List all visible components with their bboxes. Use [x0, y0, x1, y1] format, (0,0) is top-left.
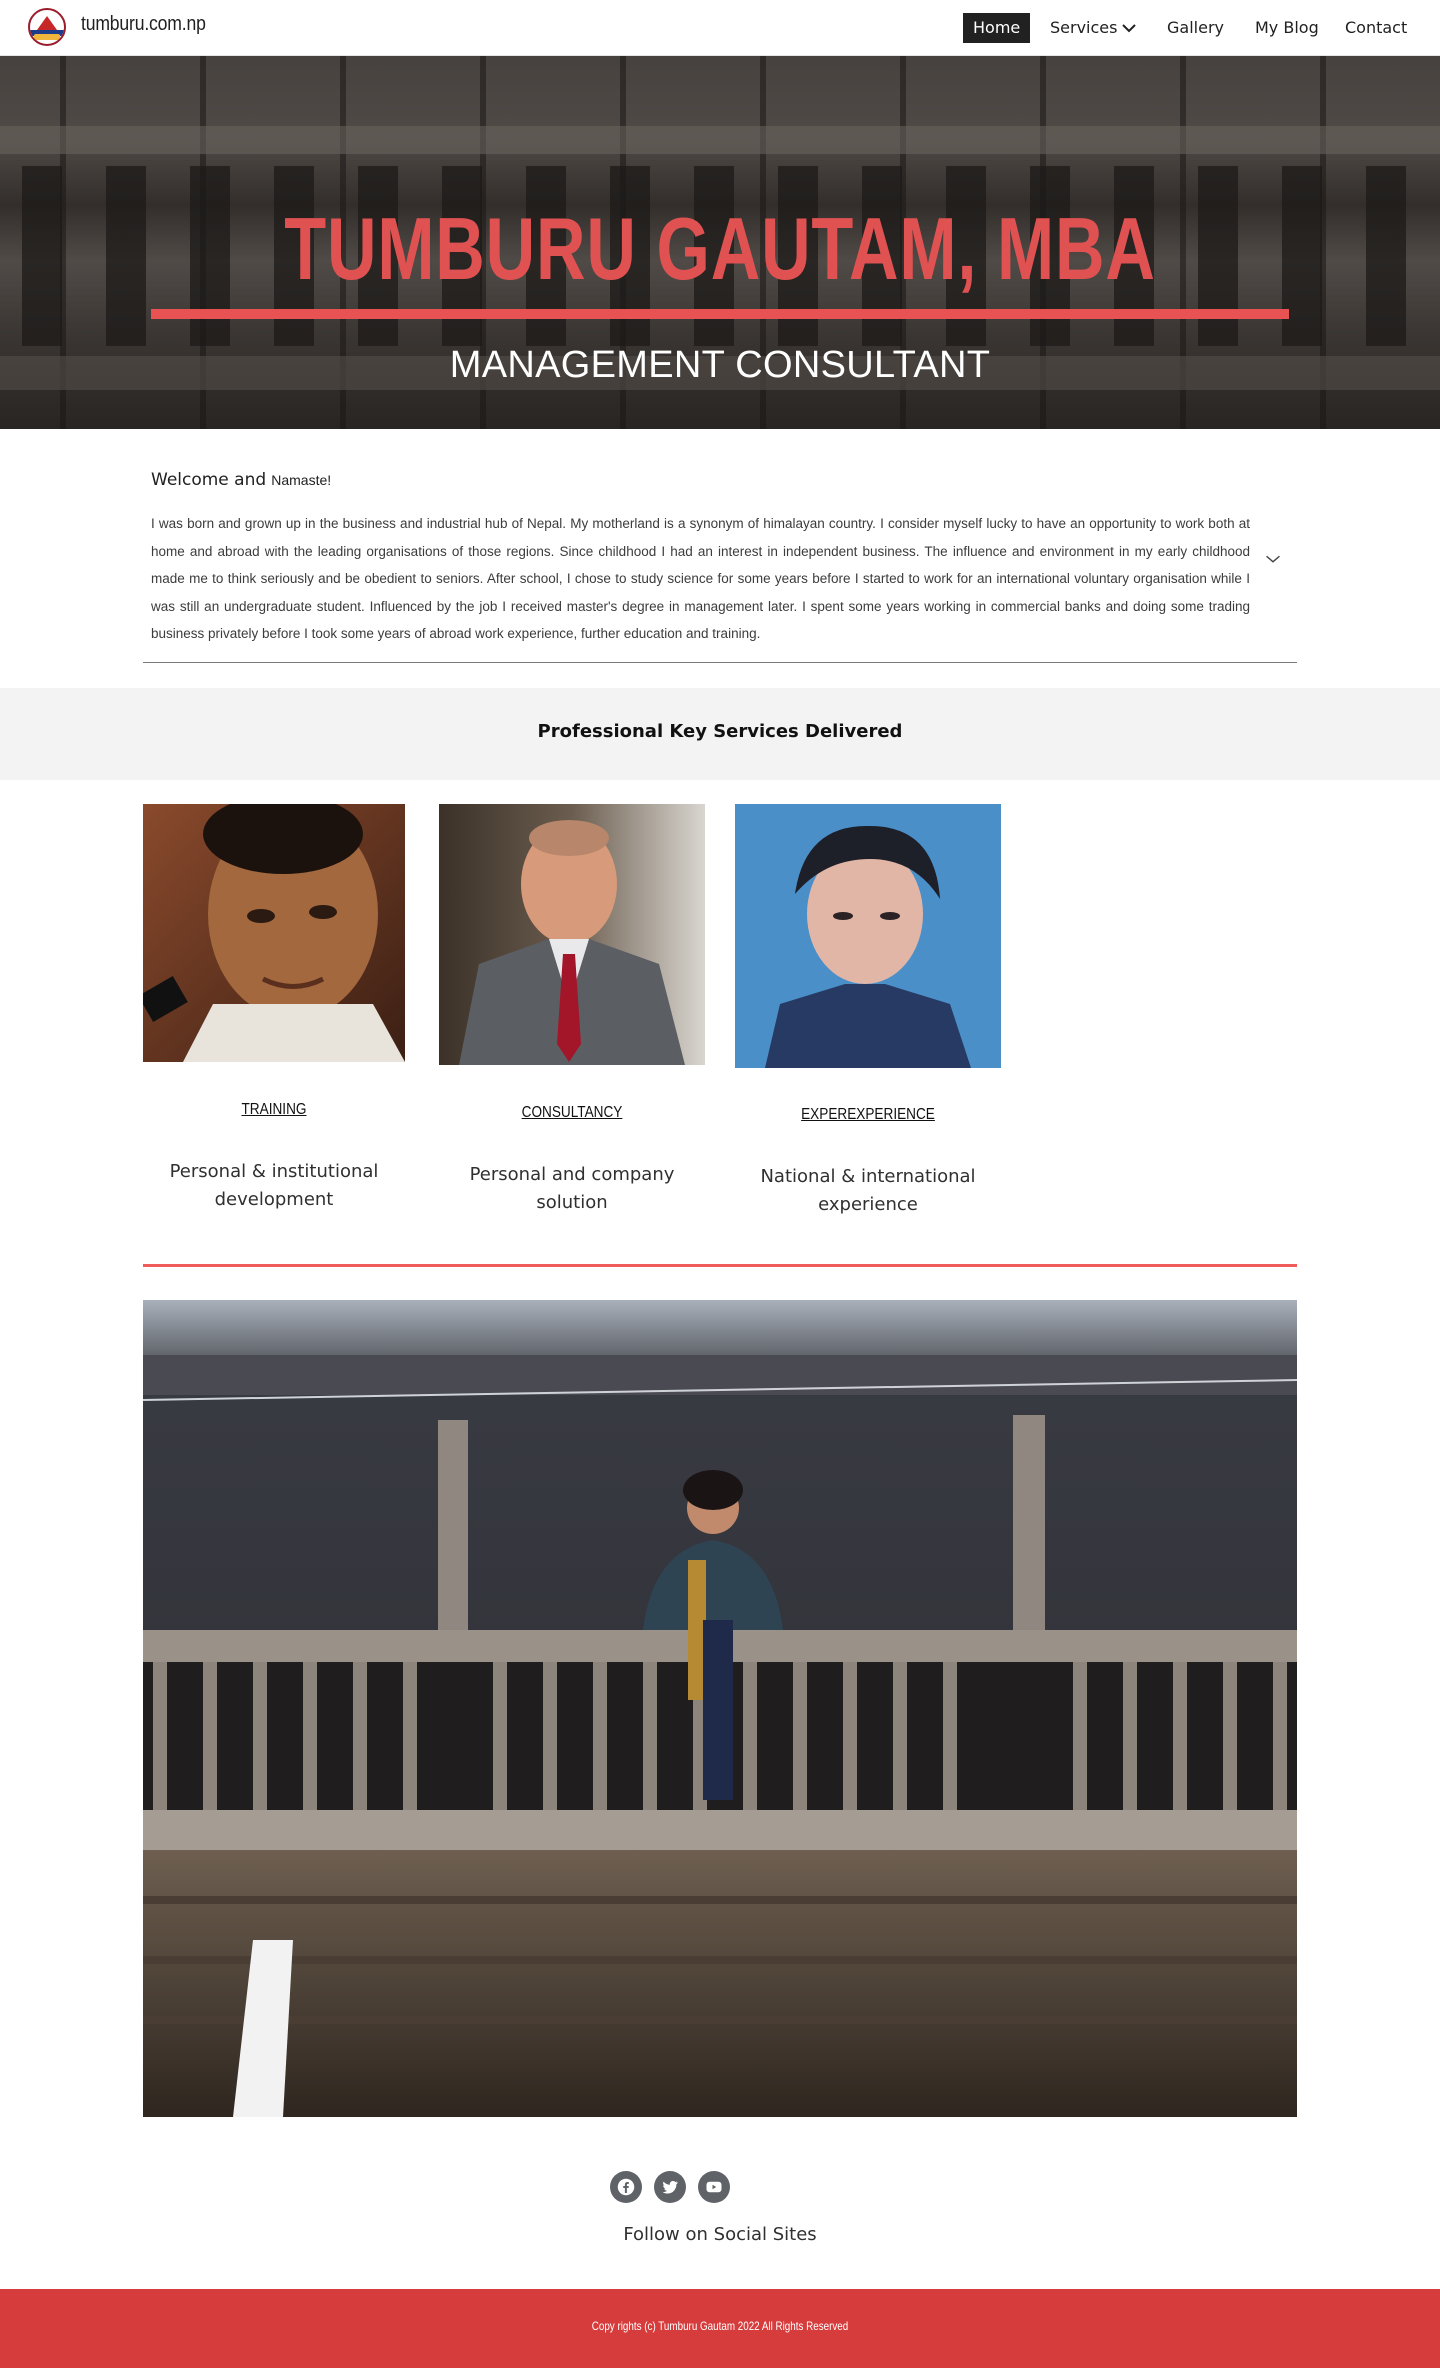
hero-divider: [151, 309, 1289, 319]
site-logo[interactable]: [28, 8, 66, 46]
nav-gallery[interactable]: Gallery: [1157, 13, 1234, 43]
training-photo: [143, 804, 405, 1062]
training-title[interactable]: TRAINING: [163, 1101, 386, 1119]
red-divider: [143, 1264, 1297, 1267]
site-title[interactable]: tumburu.com.np: [81, 13, 206, 36]
consultancy-description: Personal and company solution: [439, 1161, 705, 1217]
twitter-icon[interactable]: [654, 2171, 686, 2203]
services-heading: Professional Key Services Delivered: [537, 721, 903, 742]
section-divider: [143, 662, 1297, 663]
nav-contact[interactable]: Contact: [1335, 13, 1417, 43]
facebook-icon[interactable]: [610, 2171, 642, 2203]
training-desc-line-1: Personal & institutional: [169, 1161, 379, 1182]
hero-title: TUMBURU GAUTAM, MBA: [284, 199, 1156, 298]
nav-services[interactable]: Services: [1040, 13, 1127, 43]
youtube-icon[interactable]: [698, 2171, 730, 2203]
balcony-photo: [143, 1300, 1297, 2117]
follow-label: Follow on Social Sites: [623, 2224, 817, 2245]
top-navigation-bar: tumburu.com.np Home Services Gallery My …: [0, 0, 1440, 56]
experience-description: National & international experience: [735, 1163, 1001, 1219]
experience-title[interactable]: EXPEREXPERIENCE: [755, 1106, 981, 1124]
consultancy-desc-line-1: Personal and company: [469, 1164, 675, 1185]
chevron-down-icon[interactable]: [1117, 16, 1141, 40]
experience-desc-line-1: National & international: [760, 1166, 976, 1187]
welcome-heading: Welcome and Namaste!: [151, 470, 331, 490]
consultancy-photo: [439, 804, 705, 1065]
training-description: Personal & institutional development: [143, 1158, 405, 1214]
consultancy-title[interactable]: CONSULTANCY: [459, 1104, 685, 1122]
hero-banner: TUMBURU GAUTAM, MBA MANAGEMENT CONSULTAN…: [0, 56, 1440, 429]
nav-my-blog[interactable]: My Blog: [1245, 13, 1329, 43]
welcome-greeting-small: Namaste!: [271, 472, 332, 488]
experience-desc-line-2: experience: [818, 1194, 918, 1215]
welcome-greeting: Welcome and: [151, 470, 267, 490]
copyright-text: Copy rights (c) Tumburu Gautam 2022 All …: [591, 2319, 849, 2333]
nav-home[interactable]: Home: [963, 13, 1031, 43]
experience-photo: [735, 804, 1001, 1068]
training-desc-line-2: development: [214, 1189, 334, 1210]
services-heading-band: Professional Key Services Delivered: [0, 688, 1440, 780]
footer: Copy rights (c) Tumburu Gautam 2022 All …: [0, 2289, 1440, 2368]
welcome-body-text: I was born and grown up in the business …: [151, 516, 1250, 641]
consultancy-desc-line-2: solution: [536, 1192, 608, 1213]
chevron-down-icon[interactable]: [1262, 548, 1284, 570]
hero-subtitle: MANAGEMENT CONSULTANT: [449, 344, 991, 386]
